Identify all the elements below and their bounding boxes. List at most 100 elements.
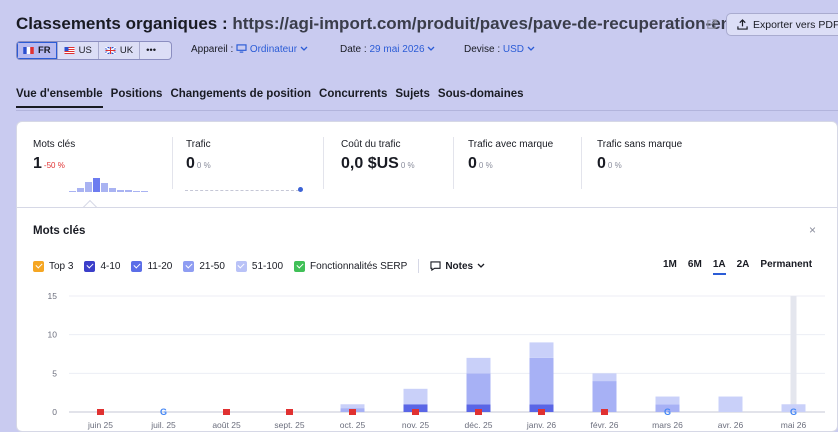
notes-dropdown[interactable]: Notes: [430, 261, 485, 272]
flag-marker-icon-shape: [349, 409, 356, 415]
checkbox-icon: [183, 260, 195, 272]
page-title-url: https://agi-import.com/produit/paves/pav…: [232, 14, 767, 33]
database-uk-label: UK: [119, 45, 134, 56]
metric-traffic-cost[interactable]: Coût du trafic 0,0 $US 0 %: [341, 139, 415, 173]
legend-4-10[interactable]: 4-10: [84, 260, 120, 272]
metric-change: 0 %: [607, 161, 622, 170]
usa-flag-icon: [64, 47, 75, 54]
device-label: Appareil :: [191, 44, 234, 55]
flag-marker-icon: [538, 409, 545, 415]
currency-selector[interactable]: Devise : USD: [464, 44, 535, 55]
metric-label: Trafic: [186, 139, 211, 150]
metric-traffic[interactable]: Trafic 00 %: [186, 139, 211, 173]
period-6m[interactable]: 6M: [688, 259, 702, 275]
legend-top3[interactable]: Top 3: [33, 260, 73, 272]
metric-change: 0 %: [478, 161, 493, 170]
metric-nonbranded-traffic[interactable]: Trafic sans marque 00 %: [597, 139, 682, 173]
metric-value: 0,0 $US 0 %: [341, 155, 415, 173]
flag-marker-icon-shape: [538, 409, 545, 415]
keywords-chart: 0 5 10 15 juin 25 juil. 25 Gaoût 25 sept. 25 oct…: [48, 291, 825, 430]
notes-label: Notes: [445, 260, 474, 272]
flag-marker-icon: [412, 409, 419, 415]
legend-divider: [418, 259, 420, 273]
metric-change: 0 %: [400, 161, 415, 170]
metric-value: 00 %: [468, 155, 553, 173]
y-tick-label: 15: [48, 291, 58, 301]
keywords-section-title: Mots clés: [33, 225, 86, 237]
x-tick-label: nov. 25: [402, 420, 430, 430]
x-tick-label: août 25: [212, 420, 241, 430]
google-update-icon-glyph: G: [664, 407, 671, 417]
metric-divider: [323, 137, 324, 189]
tab-overview[interactable]: Vue d'ensemble: [16, 88, 103, 108]
x-tick-label: janv. 26: [526, 420, 556, 430]
period-selector: 1M 6M 1A 2A Permanent: [663, 259, 823, 275]
checkbox-icon: [131, 260, 143, 272]
x-tick-label: déc. 25: [465, 420, 493, 430]
france-flag-icon: [23, 47, 34, 54]
metric-divider: [581, 137, 582, 189]
metric-change: 0 %: [196, 161, 211, 170]
database-fr[interactable]: FR: [17, 42, 58, 59]
tab-topics[interactable]: Sujets: [395, 88, 430, 108]
period-2a[interactable]: 2A: [737, 259, 750, 275]
keywords-sparkline: [69, 174, 151, 192]
flag-marker-icon: [286, 409, 293, 415]
period-1m[interactable]: 1M: [663, 259, 677, 275]
export-pdf-button[interactable]: Exporter vers PDF: [726, 13, 838, 36]
device-value: Ordinateur: [249, 44, 298, 55]
tabs-divider: [16, 110, 838, 111]
x-tick-label: mars 26: [652, 420, 683, 430]
note-icon: [430, 261, 441, 271]
currency-value: USD: [502, 44, 525, 55]
tab-position-changes[interactable]: Changements de position: [170, 88, 311, 108]
metric-keywords[interactable]: Mots clés 1 -50 %: [33, 139, 75, 173]
legend-serp-features[interactable]: Fonctionnalités SERP: [294, 260, 408, 272]
date-selector[interactable]: Date : 29 mai 2026: [340, 44, 435, 55]
uk-flag-icon: [104, 47, 116, 54]
legend-label: Fonctionnalités SERP: [310, 260, 408, 272]
google-update-icon: G: [664, 407, 671, 417]
date-label: Date :: [340, 44, 367, 55]
database-us[interactable]: US: [58, 42, 99, 59]
bar-segment: [718, 396, 743, 412]
page-header: Classements organiques : https://agi-imp…: [0, 0, 838, 112]
bar-segment: [340, 404, 365, 409]
period-permanent[interactable]: Permanent: [760, 259, 812, 275]
database-uk[interactable]: UK: [99, 42, 141, 59]
more-databases-button[interactable]: •••: [140, 42, 162, 59]
traffic-sparkline-point: [298, 187, 303, 192]
flag-marker-icon-shape: [601, 409, 608, 415]
export-pdf-label: Exporter vers PDF: [753, 18, 838, 31]
x-tick-label: févr. 26: [591, 420, 619, 430]
flag-marker-icon: [475, 409, 482, 415]
x-tick-label: oct. 25: [340, 420, 366, 430]
google-update-icon-glyph: G: [790, 407, 797, 417]
legend-51-100[interactable]: 51-100: [235, 260, 283, 272]
flag-marker-icon: [601, 409, 608, 415]
tab-positions[interactable]: Positions: [111, 88, 163, 108]
tab-subdomains[interactable]: Sous-domaines: [438, 88, 524, 108]
flag-marker-icon-shape: [286, 409, 293, 415]
y-tick-label: 5: [52, 368, 57, 378]
checkbox-icon: [84, 260, 96, 272]
metric-branded-traffic[interactable]: Trafic avec marque 00 %: [468, 139, 553, 173]
external-link-icon[interactable]: [706, 19, 717, 30]
y-tick-label: 0: [52, 407, 57, 417]
chevron-down-icon: [527, 46, 535, 51]
flag-marker-icon-shape: [223, 409, 230, 415]
close-icon[interactable]: ×: [809, 223, 816, 237]
flag-marker-icon: [223, 409, 230, 415]
tab-competitors[interactable]: Concurrents: [319, 88, 387, 108]
bar-segment: [466, 357, 491, 374]
legend-21-50[interactable]: 21-50: [183, 260, 225, 272]
metric-number: 1: [33, 155, 42, 172]
google-update-icon: G: [160, 407, 167, 417]
metric-value: 00 %: [186, 155, 211, 173]
legend-11-20[interactable]: 11-20: [131, 260, 172, 272]
device-selector[interactable]: Appareil : Ordinateur: [191, 44, 308, 55]
chevron-down-icon: [477, 263, 485, 268]
metric-number: 0: [597, 155, 606, 172]
metric-number: 0: [186, 155, 195, 172]
period-1a[interactable]: 1A: [712, 259, 726, 275]
